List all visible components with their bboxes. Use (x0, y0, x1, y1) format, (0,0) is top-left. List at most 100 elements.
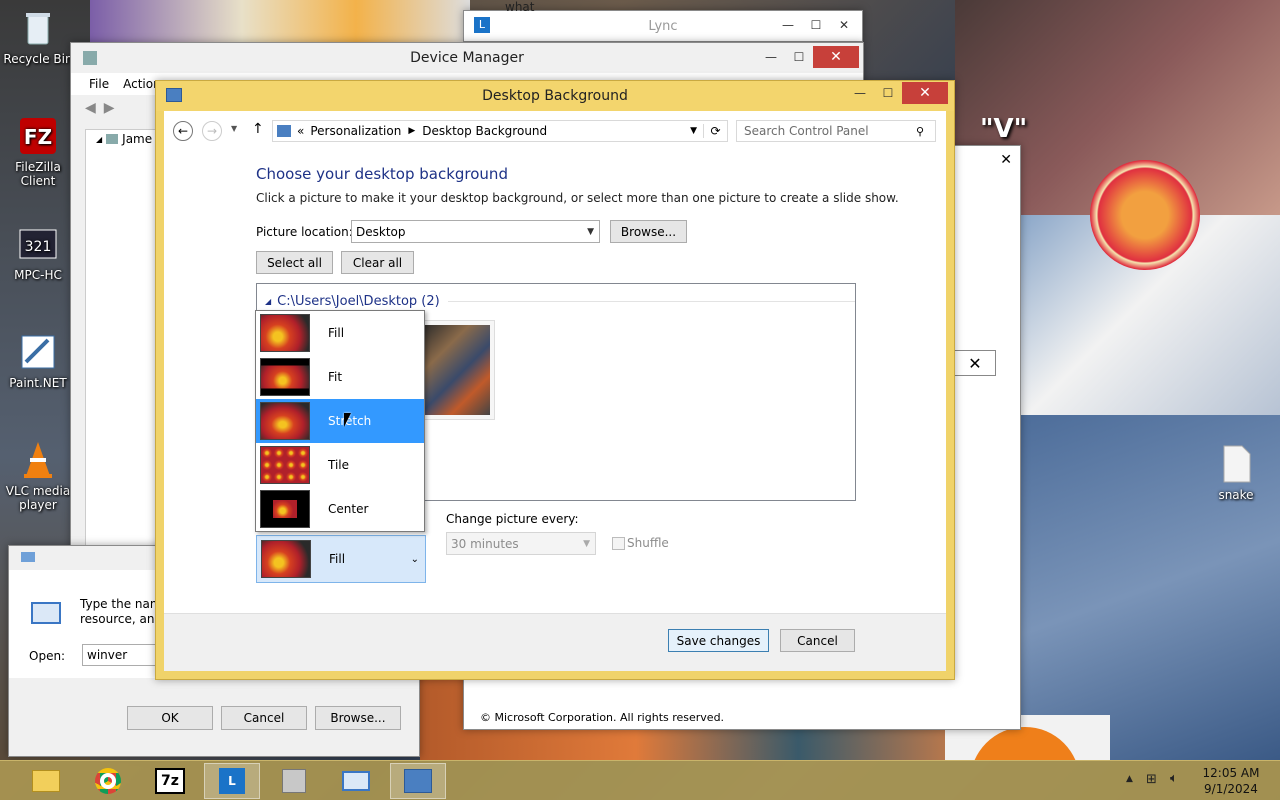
7zip-icon: 7z (155, 768, 185, 794)
desktop-icon-vlc[interactable]: VLC media player (0, 440, 76, 512)
taskbar-chrome[interactable] (80, 763, 136, 799)
search-icon: ⚲ (916, 125, 925, 138)
picture-location-label: Picture location: (256, 225, 353, 239)
taskbar-file-explorer[interactable] (18, 763, 74, 799)
stretch-thumbnail (260, 402, 310, 440)
device-manager-title: Device Manager (410, 50, 524, 66)
desktop-icon-label: MPC-HC (14, 268, 62, 282)
device-tree[interactable]: ◢ Jame (85, 129, 157, 559)
up-arrow-icon[interactable]: ↑ (252, 121, 264, 137)
position-option-tile[interactable]: Tile (256, 443, 424, 487)
network-icon[interactable]: ⊞ (1146, 772, 1157, 787)
minimize-button[interactable]: — (757, 46, 785, 68)
maximize-button[interactable]: ☐ (785, 46, 813, 68)
picture-thumbnail[interactable] (417, 320, 495, 420)
browse-button[interactable]: Browse... (315, 706, 401, 730)
picture-position-list[interactable]: Fill Fit Stretch Tile Center (255, 310, 425, 532)
recycle-bin-icon (18, 8, 58, 48)
search-input[interactable]: Search Control Panel (736, 120, 936, 142)
position-option-stretch[interactable]: Stretch (256, 399, 424, 443)
run-app-icon (31, 602, 61, 624)
recent-locations-icon[interactable]: ▼ (231, 124, 237, 133)
lync-window[interactable]: L Lync — ☐ ✕ (463, 10, 863, 42)
maximize-button[interactable]: ☐ (874, 82, 902, 104)
shuffle-checkbox[interactable] (612, 537, 625, 550)
collapse-icon: ◢ (265, 297, 272, 306)
fill-thumbnail (260, 314, 310, 352)
computer-icon (106, 134, 119, 144)
page-subtitle: Click a picture to make it your desktop … (256, 191, 899, 205)
cancel-button[interactable]: Cancel (780, 629, 855, 652)
desktop-icon-mpc-hc[interactable]: 321 MPC-HC (0, 224, 76, 282)
filezilla-icon: FZ (18, 116, 58, 156)
forward-arrow-icon[interactable]: ▶ (104, 100, 115, 116)
picture-position-select[interactable]: Fill ⌄ (256, 535, 426, 583)
fit-thumbnail (260, 358, 310, 396)
lync-icon: L (219, 768, 245, 794)
run-icon (342, 771, 370, 791)
close-button[interactable]: ✕ (902, 82, 948, 104)
address-bar[interactable]: « Personalization ▶ Desktop Background ▼… (272, 120, 728, 142)
browse-button[interactable]: Browse... (610, 220, 687, 243)
clock[interactable]: 12:05 AM 9/1/2024 (1196, 765, 1266, 797)
clear-all-button[interactable]: Clear all (341, 251, 414, 274)
control-panel-icon (404, 769, 432, 793)
dialog-footer: Save changes Cancel (164, 613, 946, 671)
desktop-icon-label: VLC media player (5, 484, 71, 512)
taskbar-7zip[interactable]: 7z (142, 763, 198, 799)
ok-button[interactable]: OK (127, 706, 213, 730)
copyright-text: © Microsoft Corporation. All rights rese… (480, 711, 725, 724)
desktop-icon-snake[interactable]: snake (1198, 444, 1274, 502)
desktop-icon-label: FileZilla Client (15, 160, 61, 188)
close-icon[interactable]: ✕ (1000, 152, 1012, 168)
cancel-button[interactable]: Cancel (221, 706, 307, 730)
group-label: C:\Users\Joel\Desktop (2) (277, 294, 440, 309)
desktop-icon-recycle-bin[interactable]: Recycle Bin (0, 8, 76, 66)
save-changes-button[interactable]: Save changes (668, 629, 769, 652)
breadcrumb-personalization[interactable]: Personalization (310, 124, 401, 138)
forward-button[interactable]: → (202, 121, 222, 141)
back-arrow-icon[interactable]: ◀ (85, 100, 96, 116)
picture-location-value: Desktop (356, 224, 406, 239)
position-option-center[interactable]: Center (256, 487, 424, 531)
minimize-button[interactable]: — (774, 14, 802, 36)
desktop-icon-label: Paint.NET (9, 376, 67, 390)
secondary-close-button[interactable]: ✕ (954, 350, 996, 376)
breadcrumb-desktop-background[interactable]: Desktop Background (422, 124, 547, 138)
desktop-icon-label: Recycle Bin (3, 52, 73, 66)
refresh-icon[interactable]: ⟳ (703, 124, 727, 138)
desktop-icon-filezilla[interactable]: FZ FileZilla Client (0, 116, 76, 188)
back-button[interactable]: ← (173, 121, 193, 141)
close-button[interactable]: ✕ (813, 46, 859, 68)
svg-text:321: 321 (25, 239, 52, 255)
close-button[interactable]: ✕ (830, 14, 858, 36)
taskbar-lync[interactable]: L (204, 763, 260, 799)
position-option-fill[interactable]: Fill (256, 311, 424, 355)
file-explorer-icon (32, 770, 60, 792)
change-picture-select[interactable]: 30 minutes ▼ (446, 532, 596, 555)
wallpaper-what-label: what (505, 0, 535, 14)
chrome-icon (95, 768, 121, 794)
volume-icon[interactable]: 🔈︎ (1170, 771, 1178, 786)
picture-location-select[interactable]: Desktop ▼ (351, 220, 600, 243)
taskbar-control-panel[interactable] (390, 763, 446, 799)
page-heading: Choose your desktop background (256, 165, 508, 183)
menu-file[interactable]: File (89, 77, 109, 91)
select-all-button[interactable]: Select all (256, 251, 333, 274)
minimize-button[interactable]: — (846, 82, 874, 104)
taskbar: 7z L ▲ ⊞ 🔈︎ 12:05 AM 9/1/2024 (0, 760, 1280, 800)
position-option-fit[interactable]: Fit (256, 355, 424, 399)
group-header[interactable]: ◢ C:\Users\Joel\Desktop (2) (265, 294, 855, 309)
taskbar-run[interactable] (328, 763, 384, 799)
file-icon (1216, 444, 1256, 484)
change-picture-label: Change picture every: (446, 512, 579, 526)
chevron-down-icon: ▼ (587, 226, 594, 237)
window-title: Desktop Background (482, 88, 628, 104)
chevron-down-icon[interactable]: ▼ (690, 126, 697, 136)
open-input[interactable]: winver (82, 644, 162, 666)
desktop-icon-paint-net[interactable]: Paint.NET (0, 332, 76, 390)
taskbar-device-manager[interactable] (266, 763, 322, 799)
show-hidden-icons-icon[interactable]: ▲ (1126, 774, 1133, 784)
maximize-button[interactable]: ☐ (802, 14, 830, 36)
wallpaper-face (1090, 160, 1200, 270)
